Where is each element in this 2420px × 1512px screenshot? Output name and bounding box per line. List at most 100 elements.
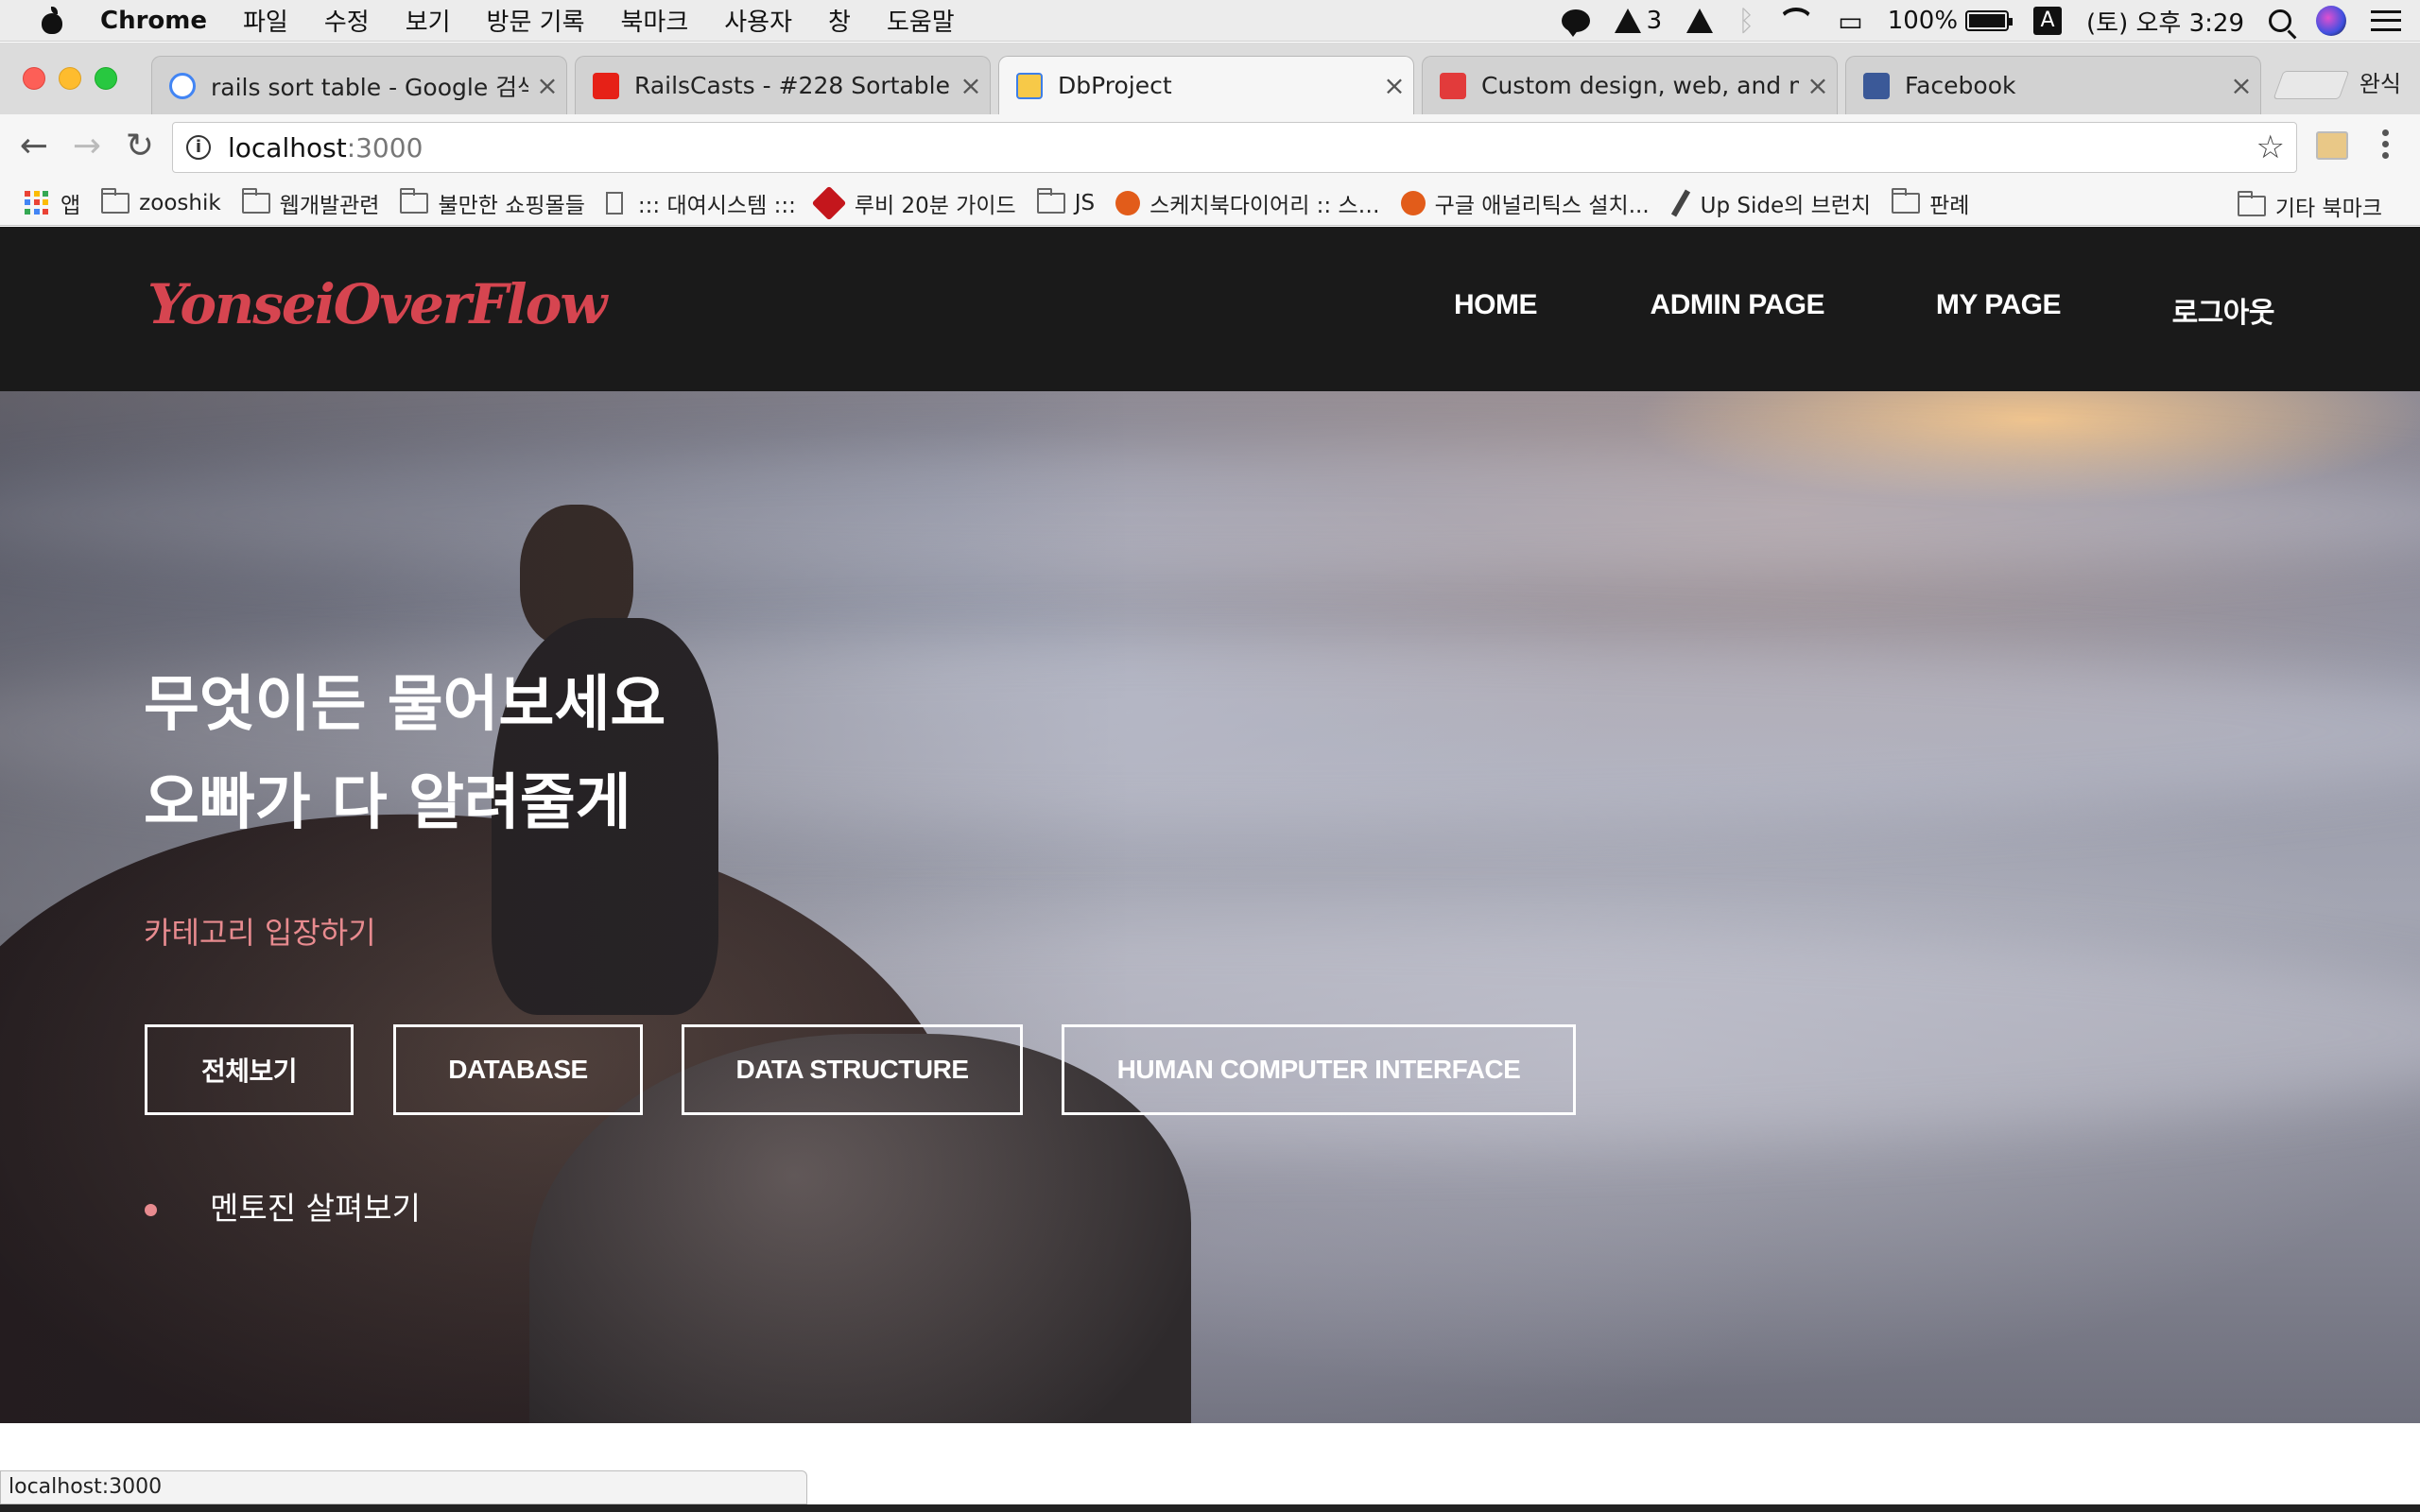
adobe-status[interactable]: 3	[1614, 7, 1662, 35]
bookmark-google-analytics[interactable]: 구글 애널리틱스 설치...	[1400, 187, 1650, 219]
category-database-button[interactable]: DATABASE	[393, 1024, 643, 1115]
wifi-icon[interactable]	[1779, 8, 1814, 34]
bookmark-folder-js[interactable]: JS	[1036, 187, 1096, 215]
bookmark-label: zooshik	[139, 190, 221, 215]
macos-menu-bar: Chrome 파일 수정 보기 방문 기록 북마크 사용자 창 도움말 3 ᛒ …	[0, 0, 2420, 42]
bookmark-folder-other[interactable]: 기타 북마크	[2237, 190, 2382, 222]
bookmark-label: 루비 20분 가이드	[854, 193, 1016, 218]
menu-bar-status-area: 3 ᛒ ▭ 100% A (토) 오후 3:29	[1537, 0, 2401, 42]
bookmark-rental-system[interactable]: ::: 대여시스템 :::	[605, 187, 796, 219]
google-drive-icon[interactable]	[1686, 9, 1714, 33]
nav-logout[interactable]: 로그아웃	[2172, 289, 2275, 331]
bookmark-ruby-guide[interactable]: 루비 20분 가이드	[811, 185, 1016, 220]
tab-title: Facebook	[1905, 72, 2016, 99]
bookmarks-bar: 앱 zooshik 웹개발관련 불만한 쇼핑몰들 ::: 대여시스템 ::: 루…	[0, 180, 2420, 226]
tab-close-icon[interactable]: ×	[528, 70, 566, 101]
window-close-button[interactable]	[23, 67, 45, 90]
bookmark-label: 불만한 쇼핑몰들	[438, 193, 585, 218]
airplay-icon[interactable]: ▭	[1838, 6, 1862, 37]
mentor-link[interactable]: 멘토진 살펴보기	[210, 1183, 421, 1228]
menu-bar-clock[interactable]: (토) 오후 3:29	[2086, 4, 2244, 39]
folder-icon	[1036, 187, 1065, 214]
menu-window[interactable]: 창	[828, 3, 851, 38]
bookmark-label: 웹개발관련	[279, 193, 380, 218]
battery-icon[interactable]	[1965, 10, 2014, 31]
bookmark-apps[interactable]: 앱	[25, 187, 80, 219]
bookmark-folder-case-law[interactable]: 판례	[1892, 187, 1969, 219]
bookmark-label: 앱	[60, 193, 81, 218]
bullet-dot	[145, 1204, 157, 1216]
bookmark-folder-webdev[interactable]: 웹개발관련	[241, 187, 380, 219]
nav-admin-page[interactable]: ADMIN PAGE	[1651, 289, 1825, 321]
hero-line-2: 오빠가 다 알려줄게	[144, 768, 631, 838]
bookmark-label: 기타 북마크	[2274, 197, 2382, 221]
address-bar[interactable]: i localhost:3000 ☆	[172, 122, 2297, 173]
category-hci-button[interactable]: HUMAN COMPUTER INTERFACE	[1062, 1024, 1576, 1115]
notification-center-icon[interactable]	[2371, 10, 2401, 31]
tab-close-icon[interactable]: ×	[2222, 70, 2260, 101]
window-minimize-button[interactable]	[59, 67, 81, 90]
menu-file[interactable]: 파일	[243, 3, 288, 38]
input-source-icon[interactable]: A	[2033, 7, 2063, 35]
category-all-button[interactable]: 전체보기	[145, 1024, 354, 1115]
tab-railscasts[interactable]: RailsCasts - #228 Sortable Ta ×	[575, 56, 991, 114]
forward-arrow-icon[interactable]: →	[68, 128, 106, 165]
link-status-bar: localhost:3000	[0, 1470, 807, 1504]
custom-design-icon	[1440, 72, 1466, 99]
site-navbar: YonseiOverFlow HOME ADMIN PAGE MY PAGE 로…	[0, 227, 2420, 391]
menu-app-chrome[interactable]: Chrome	[100, 7, 207, 35]
apple-icon[interactable]	[40, 6, 64, 35]
menu-people[interactable]: 사용자	[724, 3, 792, 38]
page-icon	[605, 191, 623, 215]
spotlight-search-icon[interactable]	[2269, 9, 2291, 32]
menu-history[interactable]: 방문 기록	[487, 3, 585, 38]
folder-icon	[400, 187, 429, 214]
extension-icon[interactable]	[2316, 131, 2348, 160]
messages-icon[interactable]	[1561, 9, 1590, 37]
bookmark-folder-zooshik[interactable]: zooshik	[101, 187, 221, 215]
bookmark-star-icon[interactable]: ☆	[2256, 129, 2285, 166]
category-data-structure-button[interactable]: DATA STRUCTURE	[682, 1024, 1023, 1115]
site-logo[interactable]: YonseiOverFlow	[147, 272, 607, 336]
tab-dbproject[interactable]: DbProject ×	[998, 56, 1414, 114]
tab-custom-design[interactable]: Custom design, web, and mob ×	[1422, 56, 1838, 114]
tab-title: rails sort table - Google 검색	[211, 73, 528, 101]
bookmark-label: 판례	[1929, 193, 1970, 218]
bookmark-label: 스케치북다이어리 :: 스…	[1150, 193, 1380, 218]
hero-line-1: 무엇이든 물어보세요	[144, 670, 666, 740]
new-tab-button[interactable]	[2273, 71, 2350, 99]
menu-view[interactable]: 보기	[406, 3, 451, 38]
bluetooth-icon[interactable]: ᛒ	[1737, 5, 1754, 38]
reload-icon[interactable]: ↻	[121, 128, 159, 165]
menu-help[interactable]: 도움말	[887, 3, 955, 38]
tab-close-icon[interactable]: ×	[1375, 70, 1413, 101]
browser-toolbar: ← → ↻ i localhost:3000 ☆	[0, 114, 2420, 180]
blog-icon	[1400, 190, 1426, 215]
bookmark-label: ::: 대여시스템 :::	[637, 193, 796, 218]
bookmark-upside-brunch[interactable]: Up Side의 브런치	[1670, 187, 1871, 219]
tab-google-search[interactable]: rails sort table - Google 검색 ×	[151, 56, 567, 114]
menu-edit[interactable]: 수정	[324, 3, 370, 38]
bookmark-folder-shopping[interactable]: 불만한 쇼핑몰들	[400, 187, 585, 219]
bookmark-label: Up Side의 브런치	[1700, 193, 1872, 218]
tab-facebook[interactable]: Facebook ×	[1845, 56, 2261, 114]
profile-name[interactable]: 완식	[2360, 65, 2401, 98]
hero-section: 무엇이든 물어보세요 오빠가 다 알려줄게 카테고리 입장하기 전체보기 DAT…	[0, 391, 2420, 1423]
nav-my-page[interactable]: MY PAGE	[1936, 289, 2062, 321]
siri-icon[interactable]	[2316, 6, 2346, 36]
site-info-icon[interactable]: i	[186, 135, 211, 160]
bookmark-sketchbook-diary[interactable]: 스케치북다이어리 :: 스…	[1115, 187, 1380, 219]
chrome-menu-icon[interactable]	[2380, 126, 2390, 169]
window-zoom-button[interactable]	[95, 67, 117, 90]
url-host: localhost	[228, 131, 347, 163]
battery-percent: 100%	[1887, 7, 1959, 35]
window-bottom-edge	[0, 1504, 2420, 1512]
bookmark-label: JS	[1074, 190, 1096, 215]
menu-bookmarks[interactable]: 북마크	[621, 3, 689, 38]
back-arrow-icon[interactable]: ←	[15, 128, 53, 165]
folder-icon	[1892, 187, 1921, 214]
bookmark-label: 구글 애널리틱스 설치...	[1434, 193, 1650, 218]
tab-close-icon[interactable]: ×	[1799, 70, 1837, 101]
nav-home[interactable]: HOME	[1454, 289, 1538, 321]
tab-close-icon[interactable]: ×	[952, 70, 990, 101]
